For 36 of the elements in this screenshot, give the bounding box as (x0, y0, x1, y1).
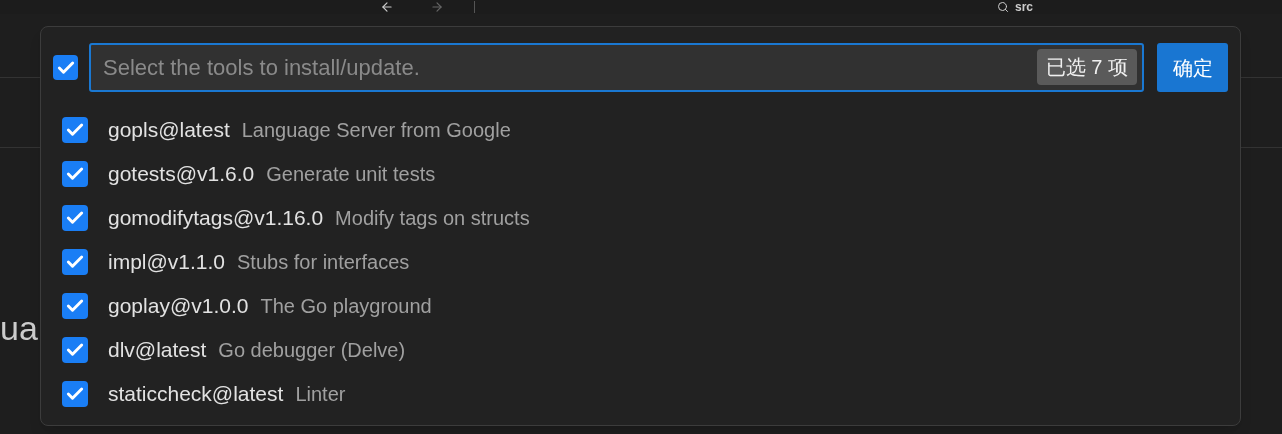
tool-description: Stubs for interfaces (237, 250, 410, 275)
editor-heading-text: ua (0, 309, 38, 347)
checkbox[interactable] (62, 161, 88, 187)
tool-name: gopls@latest (108, 117, 230, 144)
tool-name: gomodifytags@v1.16.0 (108, 205, 324, 232)
tool-list-item[interactable]: impl@v1.1.0 Stubs for interfaces (41, 240, 1240, 284)
search-icon (997, 1, 1009, 13)
checkbox[interactable] (62, 293, 88, 319)
tool-list-item[interactable]: goplay@v1.0.0 The Go playground (41, 284, 1240, 328)
tool-description: Modify tags on structs (335, 206, 530, 231)
tool-description: Generate unit tests (266, 162, 436, 187)
tool-description: The Go playground (260, 294, 432, 319)
tool-name: impl@v1.1.0 (108, 249, 226, 276)
checkbox[interactable] (62, 117, 88, 143)
tool-name: gotests@v1.6.0 (108, 161, 255, 188)
search-text: src (1015, 1, 1034, 13)
tool-name: staticcheck@latest (108, 381, 284, 408)
ok-button[interactable]: 确定 (1157, 43, 1228, 92)
checkbox[interactable] (62, 205, 88, 231)
tool-description: Language Server from Google (241, 118, 511, 143)
checkbox[interactable] (53, 55, 78, 80)
tool-list-item[interactable]: gomodifytags@v1.16.0 Modify tags on structs (41, 196, 1240, 240)
checkbox[interactable] (62, 381, 88, 407)
tool-description: Linter (295, 382, 346, 407)
tool-name: dlv@latest (108, 337, 207, 364)
checkbox[interactable] (62, 249, 88, 275)
tool-list-item[interactable]: staticcheck@latest Linter (41, 372, 1240, 416)
tool-list-item[interactable]: gopls@latest Language Server from Google (41, 108, 1240, 152)
forward-icon[interactable] (430, 0, 444, 14)
selected-count-badge: 已选 7 项 (1036, 49, 1137, 85)
tool-list-item[interactable]: gotests@v1.6.0 Generate unit tests (41, 152, 1240, 196)
tool-description: Go debugger (Delve) (218, 338, 406, 363)
tool-name: goplay@v1.0.0 (108, 293, 249, 320)
back-icon[interactable] (380, 0, 394, 14)
checkbox[interactable] (62, 337, 88, 363)
tool-list-item[interactable]: dlv@latest Go debugger (Delve) (41, 328, 1240, 372)
